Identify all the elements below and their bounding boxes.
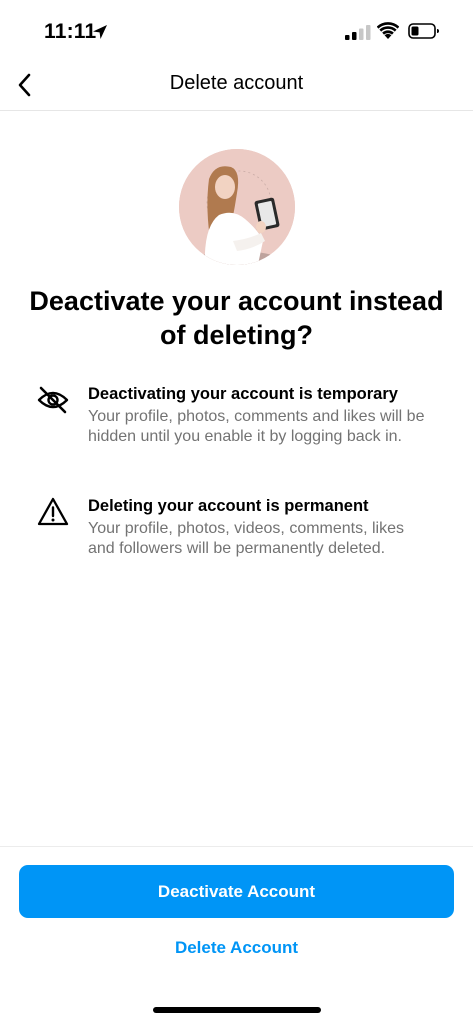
warning-triangle-icon (37, 497, 69, 526)
location-arrow-icon (93, 25, 107, 39)
info-title: Deactivating your account is temporary (88, 385, 398, 403)
page-title: Delete account (169, 72, 304, 94)
deactivate-account-button[interactable]: Deactivate Account (19, 865, 454, 918)
delete-account-button[interactable]: Delete Account (0, 938, 473, 958)
nav-bar: Delete account (0, 60, 473, 111)
divider (0, 846, 473, 847)
eye-slash-icon (37, 386, 69, 414)
info-description: Your profile, photos, comments and likes… (88, 408, 425, 445)
status-bar: 11:11 (0, 0, 473, 60)
battery-icon (408, 23, 439, 39)
status-time: 11:11 (44, 20, 97, 43)
home-indicator (153, 1007, 321, 1013)
info-title: Deleting your account is permanent (88, 497, 369, 515)
info-description: Your profile, photos, videos, comments, … (88, 520, 405, 557)
wifi-icon (377, 22, 399, 39)
avatar (179, 149, 295, 265)
cellular-signal-icon (345, 25, 371, 40)
profile-photo (179, 149, 295, 265)
headline: Deactivate your account instead of delet… (29, 286, 444, 350)
